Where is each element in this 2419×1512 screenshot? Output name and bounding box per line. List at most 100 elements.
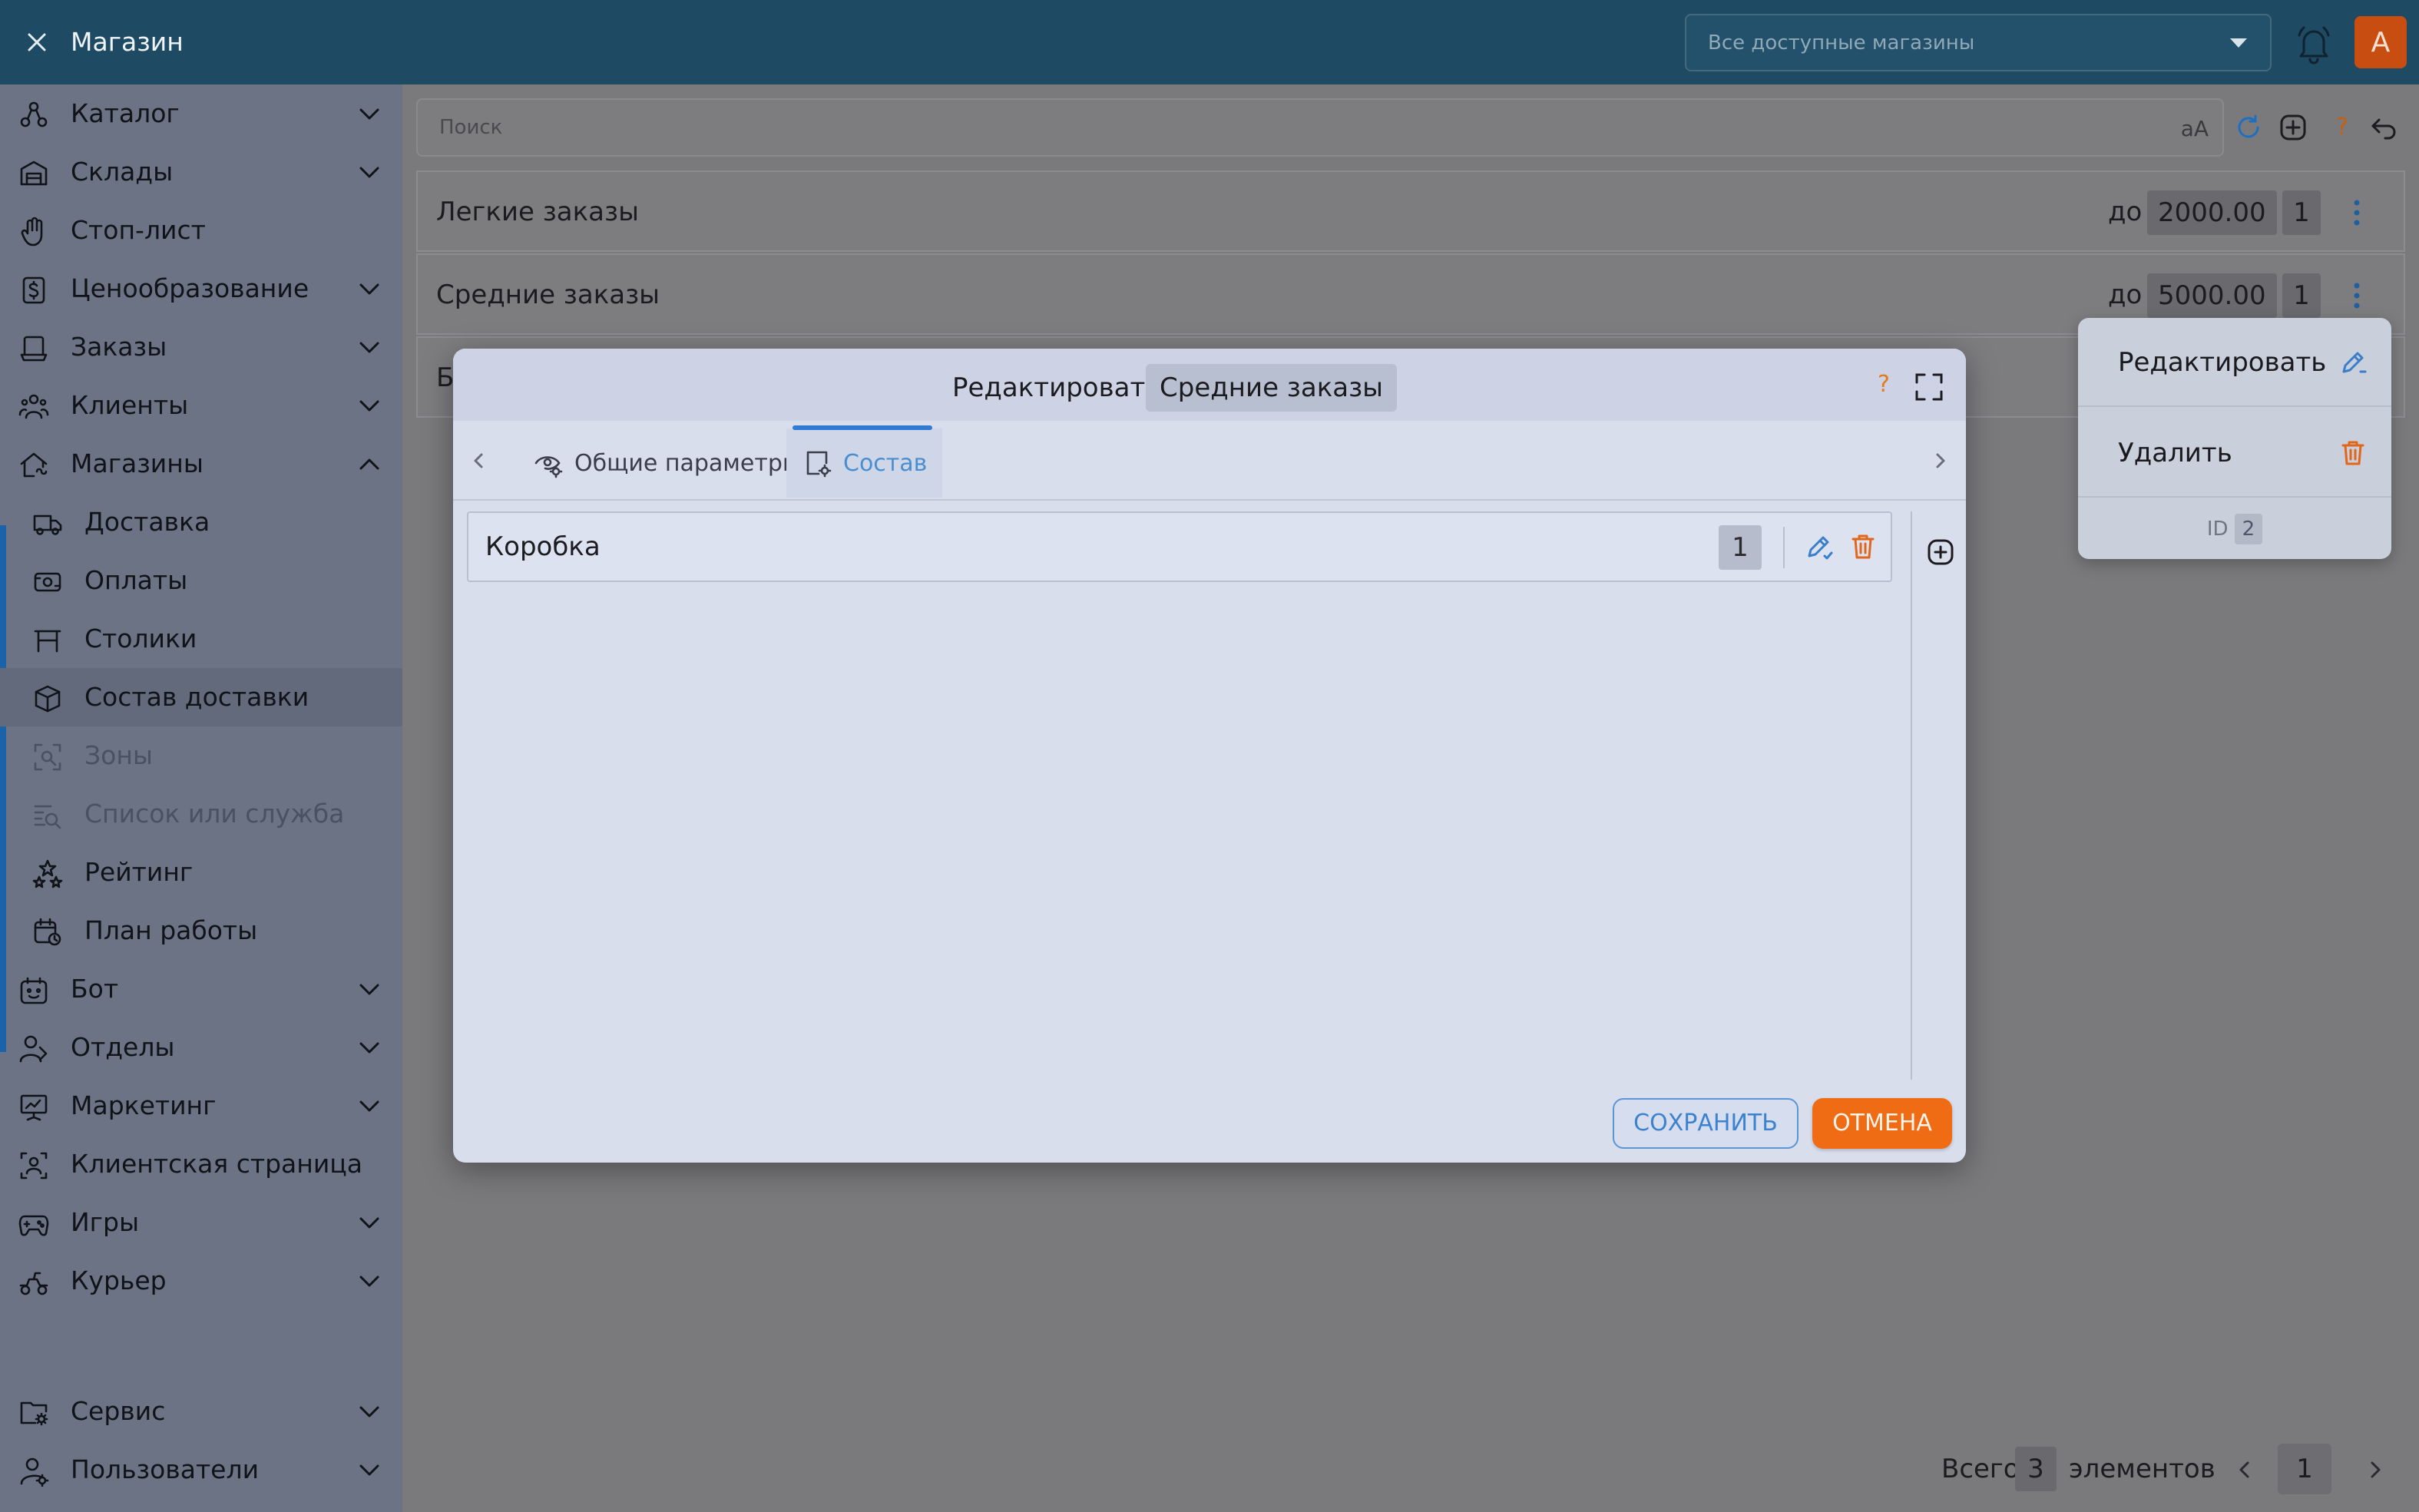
more-vertical-icon[interactable] [2338, 192, 2376, 233]
fullscreen-icon[interactable] [1914, 372, 1944, 402]
list-item-name: Легкие заказы [436, 197, 639, 227]
sidebar-item-marketing[interactable]: Маркетинг [0, 1077, 402, 1135]
sidebar-item-bot[interactable]: Бот [0, 960, 402, 1018]
refresh-icon[interactable] [2233, 112, 2264, 143]
sidebar-item-catalog[interactable]: Каталог [0, 84, 402, 143]
eye-settings-icon [533, 448, 564, 478]
sidebar-item-label: Зоны [84, 740, 153, 770]
composition-item-count: 1 [1719, 525, 1762, 570]
sidebar-item-warehouse[interactable]: Склады [0, 143, 402, 201]
price-badge: 5000.00 [2147, 273, 2277, 318]
menu-item-edit[interactable]: Редактировать [2078, 318, 2391, 407]
save-button[interactable]: СОХРАНИТЬ [1613, 1098, 1799, 1149]
add-icon[interactable] [1926, 538, 1955, 567]
composition-item[interactable]: Коробка 1 [467, 511, 1892, 582]
composition-item-name: Коробка [485, 531, 601, 562]
page-number[interactable]: 1 [2278, 1444, 2331, 1494]
chevron-down-icon[interactable] [358, 981, 381, 997]
sidebar-item-courier[interactable]: Курьер [0, 1252, 402, 1310]
sidebar-item-label: Каталог [71, 98, 180, 128]
sidebar-item-client-page[interactable]: Клиентская страница [0, 1135, 402, 1193]
marketing-icon [18, 1092, 49, 1123]
trash-icon [2338, 438, 2368, 468]
close-icon[interactable] [22, 23, 52, 61]
sidebar-item-truck[interactable]: Доставка [0, 493, 402, 551]
sidebar-item-box[interactable]: Состав доставки [0, 668, 402, 726]
back-icon[interactable] [2368, 112, 2399, 143]
sidebar-item-gamepad[interactable]: Игры [0, 1193, 402, 1252]
top-bar: Магазин Все доступные магазины A [0, 0, 2419, 84]
tabs-next-icon[interactable] [1929, 447, 1952, 475]
users-icon [18, 1456, 49, 1487]
list-item-name: Б [436, 362, 455, 393]
chevron-down-icon[interactable] [358, 1273, 381, 1289]
composition-icon [802, 448, 832, 478]
sidebar-item-label: Пользователи [71, 1454, 260, 1484]
sidebar-item-label: Магазины [71, 448, 204, 478]
tab-general[interactable]: Общие параметры [522, 428, 812, 498]
pencil-icon[interactable] [1803, 531, 1834, 562]
search-input[interactable]: Поиск aA [416, 98, 2224, 157]
pricing-icon [18, 275, 49, 306]
record-id: ID 2 [2078, 502, 2391, 556]
chevron-down-icon[interactable] [358, 1040, 381, 1055]
sidebar-item-label: Состав доставки [84, 682, 309, 712]
warehouse-icon [18, 158, 49, 189]
chevron-down-icon[interactable] [358, 339, 381, 355]
sidebar-item-pricing[interactable]: Ценообразование [0, 260, 402, 318]
cancel-button[interactable]: ОТМЕНА [1812, 1098, 1952, 1149]
chevron-down-icon[interactable] [358, 106, 381, 121]
sidebar-item-label: Стоп-лист [71, 215, 206, 245]
chevron-down-icon[interactable] [358, 1404, 381, 1419]
price-prefix: до [2108, 197, 2143, 227]
sidebar-item-stars[interactable]: Рейтинг [0, 843, 402, 902]
dialog-title-name: Средние заказы [1146, 364, 1398, 412]
tabs-prev-icon[interactable] [467, 447, 490, 475]
sidebar-item-list-search[interactable]: Список или служба [0, 785, 402, 843]
app-title: Магазин [71, 27, 184, 57]
catalog-icon [18, 100, 49, 131]
tab-composition[interactable]: Состав [786, 428, 943, 498]
sidebar-item-label: Доставка [84, 507, 210, 537]
sidebar-item-label: Рейтинг [84, 857, 194, 887]
avatar[interactable]: A [2354, 16, 2407, 68]
more-vertical-icon[interactable] [2338, 275, 2376, 316]
sidebar-item-orders[interactable]: Заказы [0, 318, 402, 376]
chevron-down-icon[interactable] [358, 1215, 381, 1230]
chevron-down-icon[interactable] [358, 398, 381, 413]
sidebar-item-hand-stop[interactable]: Стоп-лист [0, 201, 402, 260]
sidebar-item-clients[interactable]: Клиенты [0, 376, 402, 435]
sidebar-item-payments[interactable]: Оплаты [0, 551, 402, 610]
dialog-title-prefix: Редактировать [952, 372, 1161, 403]
menu-item-delete[interactable]: Удалить [2078, 409, 2391, 498]
chevron-down-icon[interactable] [358, 1462, 381, 1477]
help-icon[interactable]: ? [1872, 366, 1895, 404]
sidebar-item-table[interactable]: Столики [0, 610, 402, 668]
case-toggle[interactable]: aA [2181, 100, 2209, 158]
store-select[interactable]: Все доступные магазины [1685, 14, 2272, 71]
total-suffix: элементов [2069, 1454, 2215, 1484]
sidebar-item-departments[interactable]: Отделы [0, 1018, 402, 1077]
sidebar-item-label: Ценообразование [71, 273, 309, 303]
sidebar-item-users[interactable]: Пользователи [0, 1441, 402, 1499]
sidebar-item-service-folder[interactable]: Сервис [0, 1382, 402, 1441]
search-placeholder: Поиск [439, 116, 503, 139]
chevron-left-icon[interactable] [2233, 1456, 2256, 1484]
sidebar-item-stores[interactable]: Магазины [0, 435, 402, 493]
chevron-up-icon[interactable] [358, 456, 381, 471]
trash-icon[interactable] [1848, 531, 1878, 562]
sidebar-item-zones[interactable]: Зоны [0, 726, 402, 785]
bell-icon[interactable] [2295, 23, 2333, 65]
chevron-right-icon[interactable] [2364, 1456, 2387, 1484]
help-icon[interactable]: ? [2327, 112, 2358, 143]
orders-icon [18, 333, 49, 364]
list-item[interactable]: Легкие заказы до 2000.00 1 [416, 170, 2405, 252]
sidebar-item-label: Сервис [71, 1396, 166, 1426]
chevron-down-icon[interactable] [358, 1098, 381, 1113]
clients-icon [18, 392, 49, 422]
chevron-down-icon[interactable] [358, 164, 381, 180]
sidebar-item-calendar[interactable]: План работы [0, 902, 402, 960]
chevron-down-icon[interactable] [358, 281, 381, 296]
add-icon[interactable] [2278, 112, 2308, 143]
sidebar-item-label: План работы [84, 915, 258, 945]
